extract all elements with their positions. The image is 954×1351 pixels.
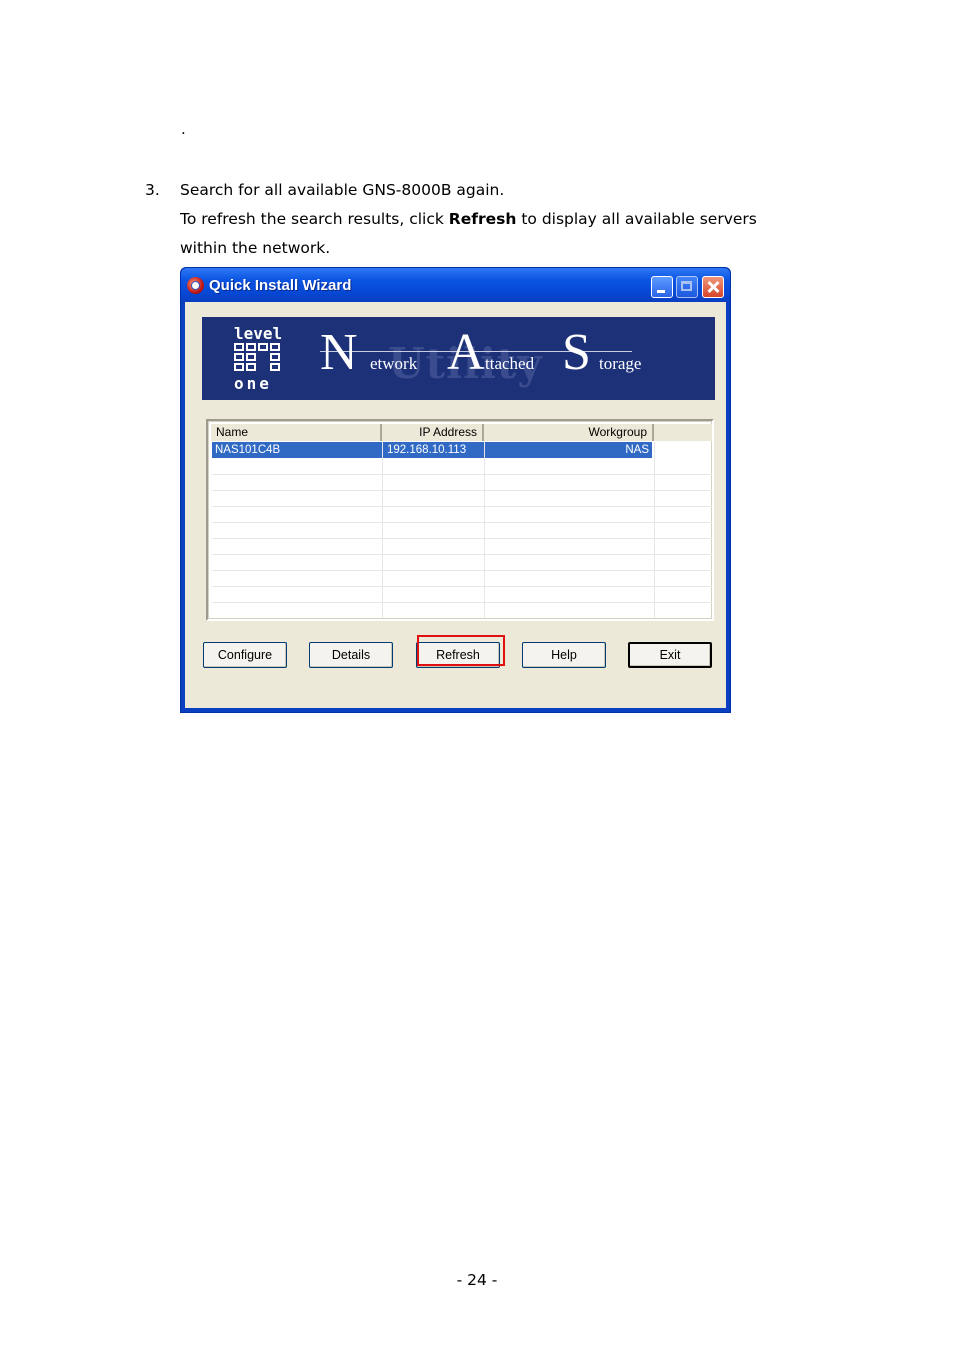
word-etwork: etwork xyxy=(370,354,418,373)
row-gridline xyxy=(212,586,712,587)
cell-ip[interactable]: 192.168.10.113 xyxy=(384,442,484,458)
cell-name[interactable]: NAS101C4B xyxy=(212,442,382,458)
logo-text-one: one xyxy=(234,374,272,393)
step-line-1: Search for all available GNS-8000B again… xyxy=(180,181,505,199)
row-gridline xyxy=(212,474,712,475)
row-gridline xyxy=(212,506,712,507)
word-ttached: ttached xyxy=(485,354,535,373)
row-gridline xyxy=(212,490,712,491)
step-line-2-post: to display all available servers xyxy=(516,210,757,228)
row-gridline xyxy=(212,554,712,555)
bullet-dot: . xyxy=(181,120,186,138)
letter-a: A xyxy=(447,324,485,381)
minimize-button[interactable] xyxy=(651,276,673,298)
step-line-2-pre: To refresh the search results, click xyxy=(180,210,449,228)
row-gridline xyxy=(212,522,712,523)
row-gridline xyxy=(212,570,712,571)
window-client-area: level one Utility N etwork A ttached S t… xyxy=(185,302,726,708)
step-number: 3. xyxy=(145,181,160,199)
page-number: - 24 - xyxy=(456,1271,498,1289)
step-3: 3. Search for all available GNS-8000B ag… xyxy=(145,176,865,263)
window-title: Quick Install Wizard xyxy=(209,277,352,294)
exit-button[interactable]: Exit xyxy=(628,642,712,668)
step-line-2: To refresh the search results, click Ref… xyxy=(180,205,865,234)
column-header-workgroup[interactable]: Workgroup xyxy=(484,424,654,441)
list-frame: Name IP Address Workgroup NAS101C4B 192.… xyxy=(208,421,712,619)
maximize-button[interactable] xyxy=(676,276,698,298)
word-torage: torage xyxy=(599,354,642,373)
levelone-logo: level one xyxy=(234,326,294,393)
nas-banner: level one Utility N etwork A ttached S t… xyxy=(202,317,715,400)
column-divider xyxy=(484,442,485,618)
app-icon xyxy=(187,277,204,294)
column-divider xyxy=(654,442,655,618)
column-header-name[interactable]: Name xyxy=(211,424,382,441)
title-bar[interactable]: Quick Install Wizard xyxy=(181,268,730,302)
letter-s: S xyxy=(562,324,591,381)
close-button[interactable] xyxy=(702,276,724,298)
column-header-ip[interactable]: IP Address xyxy=(382,424,484,441)
details-button[interactable]: Details xyxy=(309,642,393,668)
refresh-keyword: Refresh xyxy=(448,210,517,228)
step-line-3: within the network. xyxy=(180,239,331,257)
cell-workgroup[interactable]: NAS xyxy=(486,442,652,458)
refresh-highlight-box xyxy=(417,635,505,666)
step-body: Search for all available GNS-8000B again… xyxy=(180,176,865,263)
quick-install-wizard-window: Quick Install Wizard level one Utility N… xyxy=(180,267,731,713)
column-divider xyxy=(382,442,383,618)
row-gridline xyxy=(212,602,712,603)
logo-grid-icon xyxy=(234,343,284,375)
nas-server-list[interactable]: Name IP Address Workgroup NAS101C4B 192.… xyxy=(206,419,714,621)
logo-text-level: level xyxy=(234,324,283,343)
letter-n: N xyxy=(320,324,358,381)
row-gridline xyxy=(212,538,712,539)
help-button[interactable]: Help xyxy=(522,642,606,668)
column-header-filler xyxy=(654,424,712,441)
configure-button[interactable]: Configure xyxy=(203,642,287,668)
